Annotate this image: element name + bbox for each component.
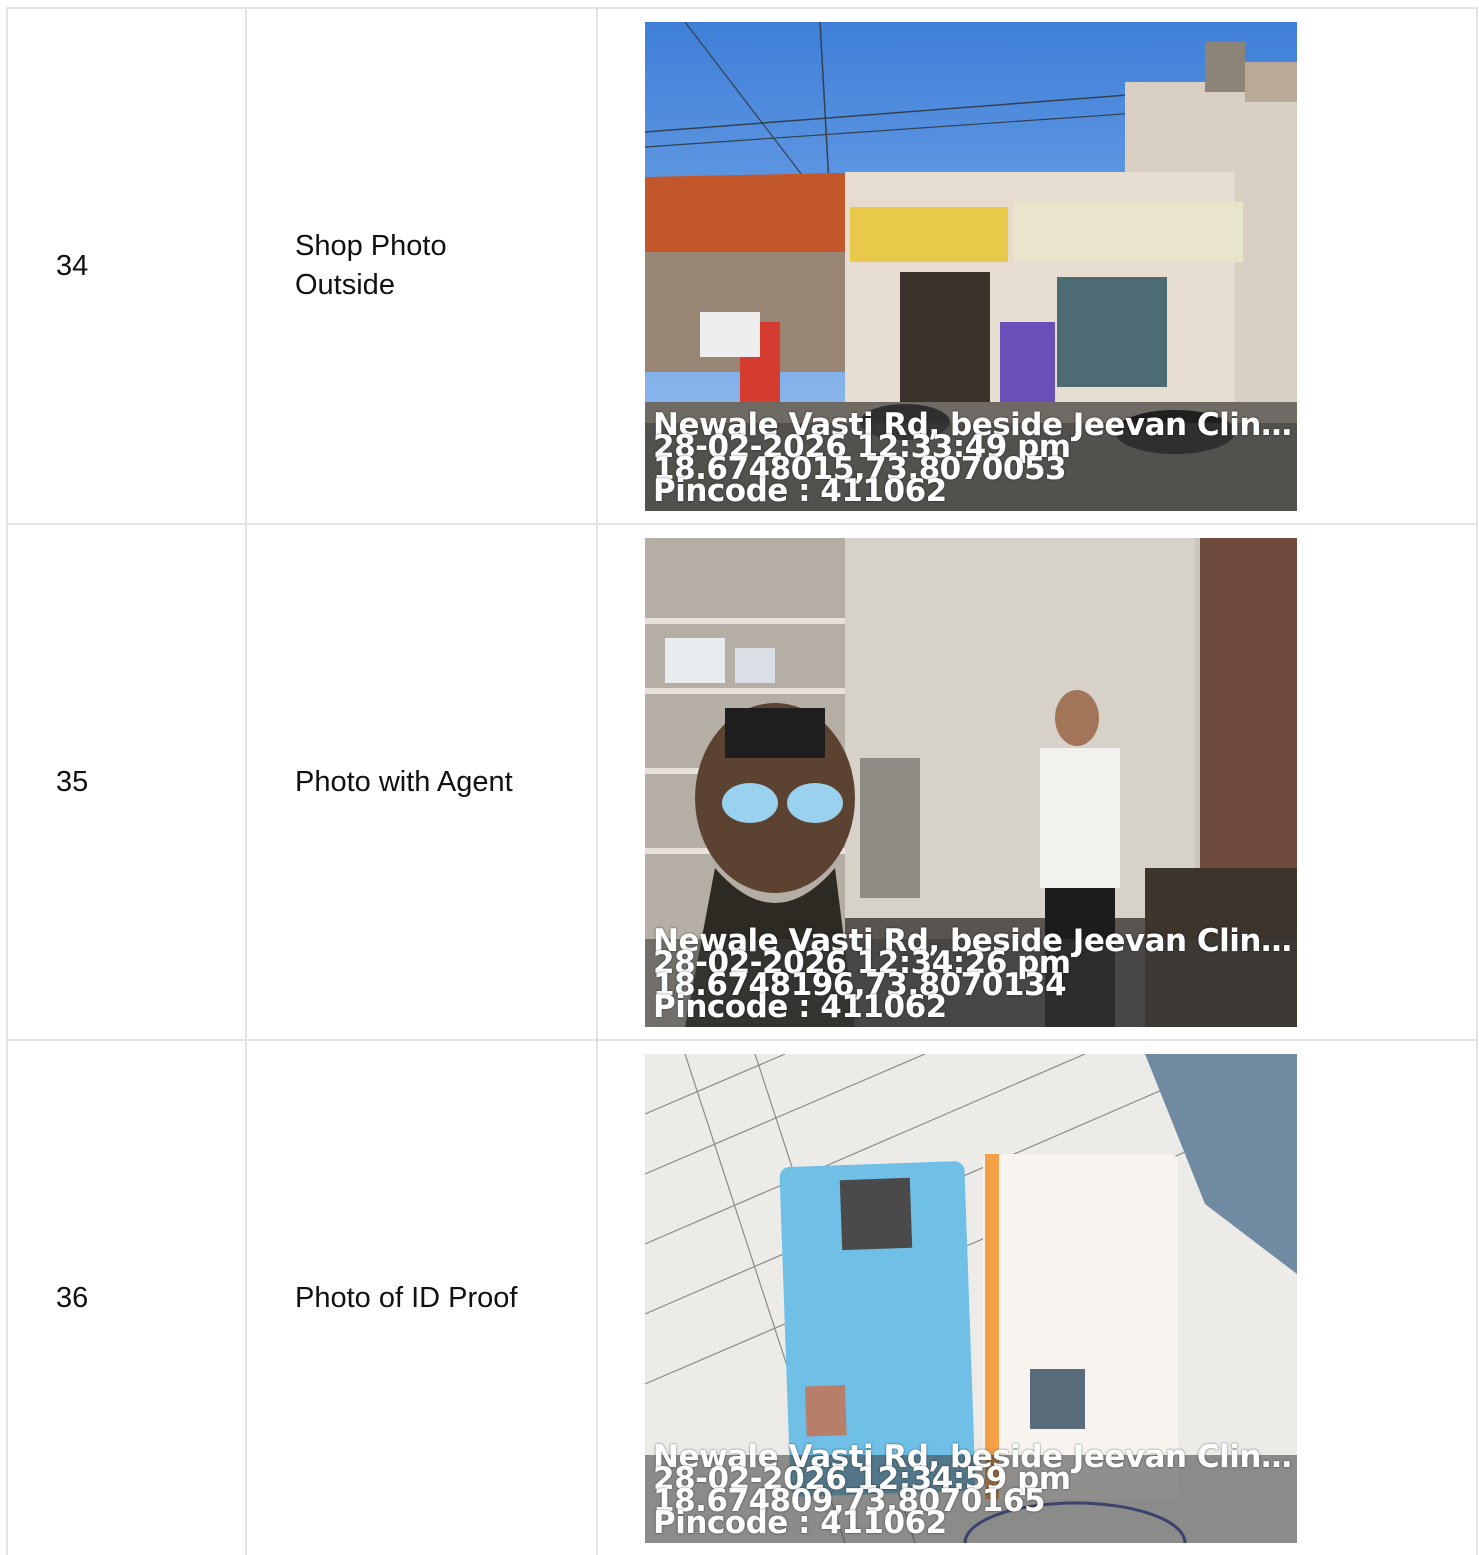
row-label-cell: Shop Photo Outside [245,7,598,525]
row-photo-cell: Newale Vasti Rd, beside Jeevan Clinic, .… [596,7,1478,525]
geotag-pincode: Pincode : 411062 [653,474,947,507]
geotag-overlay: Newale Vasti Rd, beside Jeevan Clinic, .… [645,925,1297,1027]
verification-photo-table: 34 Shop Photo Outside Newale Vasti Rd, b… [6,7,1478,1555]
geotag-overlay: Newale Vasti Rd, beside Jeevan Clinic, .… [645,409,1297,511]
report-page: 34 Shop Photo Outside Newale Vasti Rd, b… [0,0,1479,1555]
geotag-pincode: Pincode : 411062 [653,990,947,1023]
row-label: Photo of ID Proof [295,1281,518,1314]
row-number: 34 [56,249,89,282]
row-label-cell: Photo of ID Proof [245,1039,598,1555]
row-label: Photo with Agent [295,765,513,798]
selfie-with-agent-photo: Newale Vasti Rd, beside Jeevan Clinic, .… [645,537,1297,1027]
id-cards-photo: Newale Vasti Rd, beside Jeevan Clinic, .… [645,1053,1297,1543]
table-row: 34 Shop Photo Outside Newale Vasti Rd, b… [6,7,1478,525]
row-label-cell: Photo with Agent [245,523,598,1041]
geotag-pincode: Pincode : 411062 [653,1506,947,1539]
row-label: Shop Photo Outside [295,230,447,301]
row-number: 35 [56,765,89,798]
row-number-cell: 35 [6,523,247,1041]
geotag-overlay: Newale Vasti Rd, beside Jeevan Clinic, .… [645,1441,1297,1543]
table-row: 35 Photo with Agent Newale Vasti Rd, bes… [6,523,1478,1041]
shop-exterior-photo: Newale Vasti Rd, beside Jeevan Clinic, .… [645,21,1297,511]
row-photo-cell: Newale Vasti Rd, beside Jeevan Clinic, .… [596,1039,1478,1555]
row-photo-cell: Newale Vasti Rd, beside Jeevan Clinic, .… [596,523,1478,1041]
table-row: 36 Photo of ID Proof Newale Vasti Rd, be… [6,1039,1478,1555]
row-number-cell: 34 [6,7,247,525]
row-number: 36 [56,1281,89,1314]
row-number-cell: 36 [6,1039,247,1555]
